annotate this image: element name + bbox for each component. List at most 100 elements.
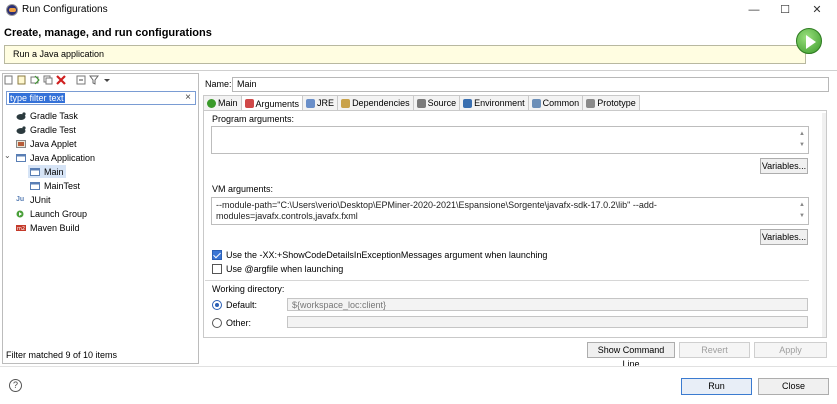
tab-source[interactable]: Source [412,95,461,110]
tab-label: Prototype [597,98,636,108]
argfile-checkbox[interactable] [212,264,222,274]
name-label: Name: [205,79,232,89]
tree-item-maintest[interactable]: MainTest [30,179,80,192]
delete-icon[interactable] [56,75,66,85]
panel-scrollbar[interactable] [822,113,826,337]
tree-item-label: Gradle Task [30,110,78,121]
tab-environment[interactable]: Environment [459,95,529,110]
tab-main[interactable]: Main [203,95,242,110]
applet-icon [16,139,26,149]
tab-dependencies[interactable]: Dependencies [337,95,414,110]
minimize-button[interactable]: — [739,2,769,18]
default-directory-field: ${workspace_loc:client} [287,298,808,311]
scroll-up-icon[interactable]: ▲ [799,200,805,211]
common-icon [531,98,541,108]
clear-filter-icon[interactable]: × [185,92,191,104]
default-label: Default: [226,300,258,310]
tab-label: Source [427,98,457,108]
tab-label: JRE [317,98,335,108]
config-tabs: Main Arguments JRE Dependencies Source E… [203,95,640,111]
revert-button[interactable]: Revert [679,342,750,358]
duplicate-icon[interactable] [43,75,53,85]
working-directory-label: Working directory: [212,284,285,294]
filter-text: type filter text [9,93,65,103]
vm-arguments-line-2: modules=javafx.controls,javafx.fxml [216,211,358,221]
collapse-all-icon[interactable] [76,75,86,85]
maven-icon: m2 [16,223,26,233]
apply-button[interactable]: Apply [754,342,827,358]
close-button[interactable]: Close [758,378,829,395]
tab-label: Common [542,98,580,108]
jre-icon [306,98,316,108]
close-window-button[interactable]: ✕ [802,2,832,18]
tab-arguments[interactable]: Arguments [240,95,304,111]
run-icon [207,98,216,108]
tab-common[interactable]: Common [527,95,584,110]
new-launch-configuration-icon[interactable] [4,75,14,85]
prototype-icon [586,98,596,108]
scroll-up-icon[interactable]: ▲ [799,129,805,140]
run-button[interactable]: Run [681,378,752,395]
chevron-down-icon[interactable]: ⌄ [4,151,11,160]
run-banner-icon [796,28,822,54]
program-arguments-label: Program arguments: [212,114,295,124]
dependencies-icon [341,98,351,108]
tree-item-label: Java Applet [30,138,77,149]
view-menu-icon[interactable] [102,75,112,85]
show-code-details-option[interactable]: Use the -XX:+ShowCodeDetailsInExceptionM… [212,250,547,260]
show-code-details-checkbox[interactable] [212,250,222,260]
launch-group-icon [16,209,26,219]
environment-icon [463,98,473,108]
program-arguments-input[interactable]: ▲ ▼ [211,126,809,154]
other-option[interactable]: Other: [212,318,251,328]
name-field[interactable]: Main [232,77,829,92]
header-divider [0,70,837,71]
filter-icon[interactable] [89,75,99,85]
title-bar [0,0,837,20]
vm-arguments-input[interactable]: --module-path="C:\Users\verio\Desktop\EP… [211,197,809,225]
scroll-down-icon[interactable]: ▼ [799,140,805,151]
new-prototype-icon[interactable] [17,75,27,85]
tree-item-java-applet[interactable]: Java Applet [16,137,77,150]
other-radio[interactable] [212,318,222,328]
tree-item-java-application[interactable]: Java Application [16,151,95,164]
eclipse-icon [6,4,18,16]
show-code-details-label: Use the -XX:+ShowCodeDetailsInExceptionM… [226,250,548,260]
tree-item-label: Gradle Test [30,124,76,135]
tree-item-maven-build[interactable]: m2 Maven Build [16,221,80,234]
tree-item-launch-group[interactable]: Launch Group [16,207,87,220]
tab-label: Arguments [255,98,300,109]
tree-item-label: MainTest [44,180,81,191]
source-icon [416,98,426,108]
export-configuration-icon[interactable] [30,75,40,85]
default-radio[interactable] [212,300,222,310]
tree-item-label: Launch Group [30,208,88,219]
tree-item-label: Main [44,166,64,177]
tree-item-junit[interactable]: Ju JUnit [16,193,51,206]
working-directory-divider [205,280,809,281]
tree-item-gradle-task[interactable]: Gradle Task [16,109,78,122]
vm-variables-button[interactable]: Variables... [760,229,808,245]
gradle-icon [16,125,26,135]
tree-item-main[interactable]: Main [28,165,66,178]
show-command-line-button[interactable]: Show Command Line [587,342,675,369]
tree-item-label: Java Application [30,152,96,163]
help-icon[interactable]: ? [9,379,22,392]
java-app-icon [30,181,40,191]
tab-prototype[interactable]: Prototype [582,95,640,110]
program-variables-button[interactable]: Variables... [760,158,808,174]
dialog-title: Create, manage, and run configurations [4,27,212,39]
tab-label: Main [218,98,238,108]
maximize-button[interactable]: ☐ [770,2,800,18]
filter-status: Filter matched 9 of 10 items [6,350,118,360]
java-app-icon [30,167,40,177]
tree-item-gradle-test[interactable]: Gradle Test [16,123,76,136]
arguments-icon [244,99,254,108]
filter-input[interactable]: type filter text × [6,91,196,105]
tab-jre[interactable]: JRE [302,95,339,110]
tab-label: Dependencies [352,98,410,108]
default-option[interactable]: Default: [212,300,257,310]
scroll-down-icon[interactable]: ▼ [799,211,805,222]
argfile-option[interactable]: Use @argfile when launching [212,264,343,274]
java-app-icon [16,153,26,163]
